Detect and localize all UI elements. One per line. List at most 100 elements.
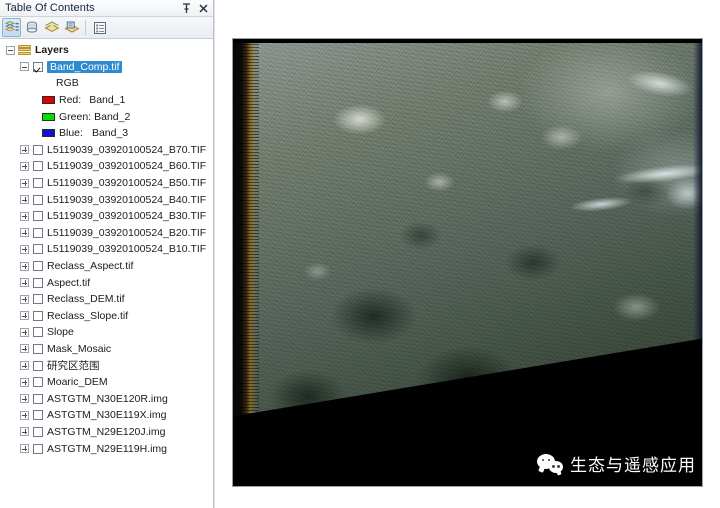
options-button[interactable] <box>90 18 109 37</box>
source-icon <box>26 21 37 33</box>
toc-layer-row[interactable]: ASTGTM_N29E120J.img <box>0 424 213 441</box>
visibility-checkbox-band-comp[interactable] <box>33 61 43 72</box>
toc-root-label: Layers <box>35 44 69 57</box>
toc-layer-band-comp[interactable]: Band_Comp.tif <box>0 59 213 76</box>
toc-layer-label: ASTGTM_N29E120J.img <box>47 425 166 438</box>
expander-layer[interactable] <box>20 410 29 420</box>
toc-layer-label: ASTGTM_N30E119X.img <box>47 409 167 422</box>
drawing-order-icon <box>4 20 19 32</box>
toc-layer-label: Mask_Mosaic <box>47 342 112 355</box>
toc-layer-row[interactable]: L5119039_03920100524_B10.TIF <box>0 241 213 258</box>
expander-layer[interactable] <box>20 145 29 155</box>
toc-layer-row[interactable]: L5119039_03920100524_B30.TIF <box>0 208 213 225</box>
options-list-icon <box>93 21 106 34</box>
expander-band-comp[interactable] <box>20 62 29 72</box>
toc-layer-row[interactable]: Reclass_Aspect.tif <box>0 258 213 275</box>
close-icon[interactable] <box>198 2 209 15</box>
expander-layer[interactable] <box>20 444 29 454</box>
page-title: Table Of Contents <box>5 2 95 14</box>
toc-layer-row[interactable]: Reclass_Slope.tif <box>0 308 213 325</box>
toc-layer-label: Aspect.tif <box>47 276 91 289</box>
visibility-checkbox-layer[interactable] <box>33 294 43 305</box>
data-frame[interactable]: 生态与遥感应用 <box>232 38 703 487</box>
band-name-blue: Band_3 <box>91 127 129 140</box>
visibility-checkbox-layer[interactable] <box>33 360 43 371</box>
expander-layer[interactable] <box>20 161 29 171</box>
panel-title-bar: Table Of Contents <box>0 0 213 17</box>
list-by-drawing-order-button[interactable] <box>2 18 21 37</box>
expander-layer[interactable] <box>20 427 29 437</box>
toc-layer-row[interactable]: Moaric_DEM <box>0 374 213 391</box>
toc-layer-label-selected: Band_Comp.tif <box>47 60 123 73</box>
visibility-checkbox-layer[interactable] <box>33 443 43 454</box>
visibility-checkbox-layer[interactable] <box>33 211 43 222</box>
toc-root-layers[interactable]: Layers <box>0 42 213 59</box>
toc-toolbar <box>0 17 213 39</box>
visibility-checkbox-layer[interactable] <box>33 227 43 238</box>
raster-layer-band-comp <box>233 39 702 486</box>
color-swatch-blue <box>42 129 55 138</box>
map-view[interactable]: 生态与遥感应用 <box>215 0 720 508</box>
toc-layer-label: L5119039_03920100524_B20.TIF <box>47 226 207 239</box>
expander-layer[interactable] <box>20 195 29 205</box>
visibility-checkbox-layer[interactable] <box>33 393 43 404</box>
list-by-visibility-button[interactable] <box>42 18 61 37</box>
toc-layer-label: Reclass_Aspect.tif <box>47 260 134 273</box>
toc-layer-row[interactable]: Aspect.tif <box>0 274 213 291</box>
expander-layer[interactable] <box>20 361 29 371</box>
expander-layer[interactable] <box>20 394 29 404</box>
toc-layer-tree[interactable]: Layers Band_Comp.tif RGB Red: Band_1 Gre… <box>0 39 213 508</box>
visibility-checkbox-layer[interactable] <box>33 194 43 205</box>
visibility-checkbox-layer[interactable] <box>33 244 43 255</box>
list-by-selection-button[interactable] <box>62 18 81 37</box>
visibility-checkbox-layer[interactable] <box>33 161 43 172</box>
channel-label-green: Green: <box>59 110 92 123</box>
toc-layer-label: L5119039_03920100524_B70.TIF <box>47 143 207 156</box>
expander-layer[interactable] <box>20 228 29 238</box>
toc-layer-row[interactable]: L5119039_03920100524_B60.TIF <box>0 158 213 175</box>
expander-layers[interactable] <box>6 45 15 55</box>
toc-layer-row[interactable]: Mask_Mosaic <box>0 341 213 358</box>
toc-layer-row[interactable]: L5119039_03920100524_B20.TIF <box>0 225 213 242</box>
expander-layer[interactable] <box>20 377 29 387</box>
visibility-checkbox-layer[interactable] <box>33 144 43 155</box>
toc-layer-row[interactable]: L5119039_03920100524_B40.TIF <box>0 191 213 208</box>
pin-icon[interactable] <box>181 2 192 15</box>
visibility-checkbox-layer[interactable] <box>33 327 43 338</box>
toc-layer-rows: L5119039_03920100524_B70.TIF L5119039_039… <box>0 142 213 457</box>
toc-layer-row[interactable]: ASTGTM_N30E120R.img <box>0 390 213 407</box>
arcmap-window: Table Of Contents Layers Band_Comp.tif R… <box>0 0 720 508</box>
visibility-checkbox-layer[interactable] <box>33 310 43 321</box>
visibility-checkbox-layer[interactable] <box>33 426 43 437</box>
expander-layer[interactable] <box>20 327 29 337</box>
toc-layer-label: ASTGTM_N30E120R.img <box>47 392 168 405</box>
toc-layer-row[interactable]: Reclass_DEM.tif <box>0 291 213 308</box>
visibility-checkbox-layer[interactable] <box>33 410 43 421</box>
toc-layer-row[interactable]: Slope <box>0 324 213 341</box>
visibility-checkbox-layer[interactable] <box>33 178 43 189</box>
layers-stack-icon <box>18 44 31 56</box>
expander-layer[interactable] <box>20 178 29 188</box>
expander-layer[interactable] <box>20 278 29 288</box>
toc-layer-label: Slope <box>47 326 74 339</box>
visibility-checkbox-layer[interactable] <box>33 377 43 388</box>
expander-layer[interactable] <box>20 244 29 254</box>
toc-layer-row[interactable]: L5119039_03920100524_B50.TIF <box>0 175 213 192</box>
expander-layer[interactable] <box>20 294 29 304</box>
toc-layer-row[interactable]: ASTGTM_N29E119H.img <box>0 440 213 457</box>
toc-layer-label: Reclass_DEM.tif <box>47 293 125 306</box>
expander-layer[interactable] <box>20 311 29 321</box>
expander-layer[interactable] <box>20 344 29 354</box>
toc-layer-row[interactable]: L5119039_03920100524_B70.TIF <box>0 142 213 159</box>
toc-layer-row[interactable]: ASTGTM_N30E119X.img <box>0 407 213 424</box>
expander-layer[interactable] <box>20 211 29 221</box>
toc-layer-label: L5119039_03920100524_B30.TIF <box>47 210 207 223</box>
channel-label-red: Red: <box>59 94 82 107</box>
list-by-source-button[interactable] <box>22 18 41 37</box>
visibility-checkbox-layer[interactable] <box>33 343 43 354</box>
toc-layer-label: L5119039_03920100524_B50.TIF <box>47 177 207 190</box>
visibility-checkbox-layer[interactable] <box>33 261 43 272</box>
expander-layer[interactable] <box>20 261 29 271</box>
visibility-checkbox-layer[interactable] <box>33 277 43 288</box>
toc-layer-row[interactable]: 研究区范围 <box>0 357 213 374</box>
